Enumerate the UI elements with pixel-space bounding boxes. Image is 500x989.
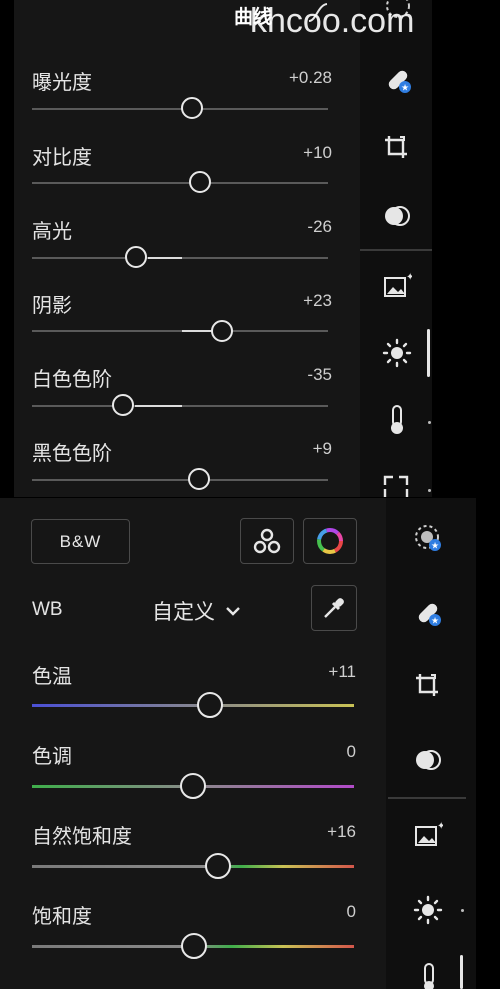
exposure-slider-thumb[interactable] [181,97,203,119]
masking-icon[interactable] [380,199,414,233]
shadows-offset-bar [182,330,212,332]
crop-icon[interactable] [380,131,412,163]
svg-text:★: ★ [431,542,439,552]
vibrance-slider-thumb[interactable] [205,853,231,879]
temp-slider-thumb[interactable] [197,692,223,718]
masking-icon[interactable] [410,742,446,778]
svg-text:✦: ✦ [437,821,443,832]
color-active-indicator [460,955,463,989]
svg-text:✦: ✦ [406,272,412,283]
wb-label: WB [32,599,63,620]
tint-label: 色调 [32,746,72,768]
temp-value: +11 [328,662,356,681]
highlights-slider-thumb[interactable] [125,246,147,268]
whites-offset-bar [135,405,182,407]
saturation-label: 饱和度 [32,906,92,928]
contrast-track[interactable] [32,182,328,184]
blacks-track[interactable] [32,479,328,481]
temp-track[interactable] [32,704,354,707]
selective-edit-icon[interactable]: ★ [410,520,446,556]
crop-icon[interactable] [410,668,444,702]
temp-label: 色温 [32,666,72,688]
blacks-slider-thumb[interactable] [188,468,210,490]
shadows-label: 阴影 [32,295,72,317]
highlights-offset-bar [148,257,182,259]
shadows-value: +23 [303,291,332,310]
whites-label: 白色色阶 [32,369,112,391]
whites-value: -35 [307,365,332,384]
tint-value: 0 [346,742,356,761]
effects-indicator-dot [428,489,431,492]
presets-icon[interactable]: ✦ [380,268,414,302]
wb-dropdown-value: 自定义 [152,601,215,624]
light-active-indicator [427,329,430,377]
blacks-value: +9 [312,439,332,458]
vibrance-label: 自然饱和度 [32,826,132,848]
light-indicator-dot [461,909,464,912]
effects-icon[interactable] [382,475,410,497]
saturation-slider-thumb[interactable] [181,933,207,959]
light-icon[interactable] [410,892,446,928]
contrast-slider-thumb[interactable] [189,171,211,193]
wb-dropdown[interactable]: 自定义 [152,596,262,626]
color-mixer-button[interactable] [240,518,294,564]
bw-button-label: B&W [59,531,102,551]
eyedropper-icon [324,598,344,618]
shadows-slider-thumb[interactable] [211,320,233,342]
color-indicator-dot [428,421,431,424]
color-icon[interactable] [382,403,412,437]
exposure-value: +0.28 [288,68,332,87]
rail-divider-top [360,249,432,251]
bw-button[interactable]: B&W [31,519,130,564]
rail-divider-bottom [388,797,466,799]
watermark: khcoo.com [250,2,415,40]
vibrance-value: +16 [327,822,356,841]
highlights-label: 高光 [32,221,72,243]
shadows-track[interactable] [32,330,328,332]
healing-icon[interactable]: ★ [410,595,446,631]
whites-slider-thumb[interactable] [112,394,134,416]
chevron-down-icon [225,605,241,617]
vibrance-track[interactable] [32,865,354,868]
color-icon[interactable] [414,962,444,989]
presets-icon[interactable]: ✦ [410,816,446,852]
blacks-label: 黑色色阶 [32,443,112,465]
svg-text:★: ★ [401,84,409,94]
svg-text:★: ★ [431,617,439,627]
contrast-value: +10 [303,143,332,162]
color-grading-button[interactable] [303,518,357,564]
eyedropper-button[interactable] [311,585,357,631]
saturation-value: 0 [346,902,356,921]
healing-icon[interactable]: ★ [380,62,416,98]
light-icon[interactable] [380,336,414,370]
exposure-track[interactable] [32,108,328,110]
exposure-label: 曝光度 [32,72,92,94]
highlights-value: -26 [307,217,332,236]
tint-slider-thumb[interactable] [180,773,206,799]
contrast-label: 对比度 [32,147,92,169]
